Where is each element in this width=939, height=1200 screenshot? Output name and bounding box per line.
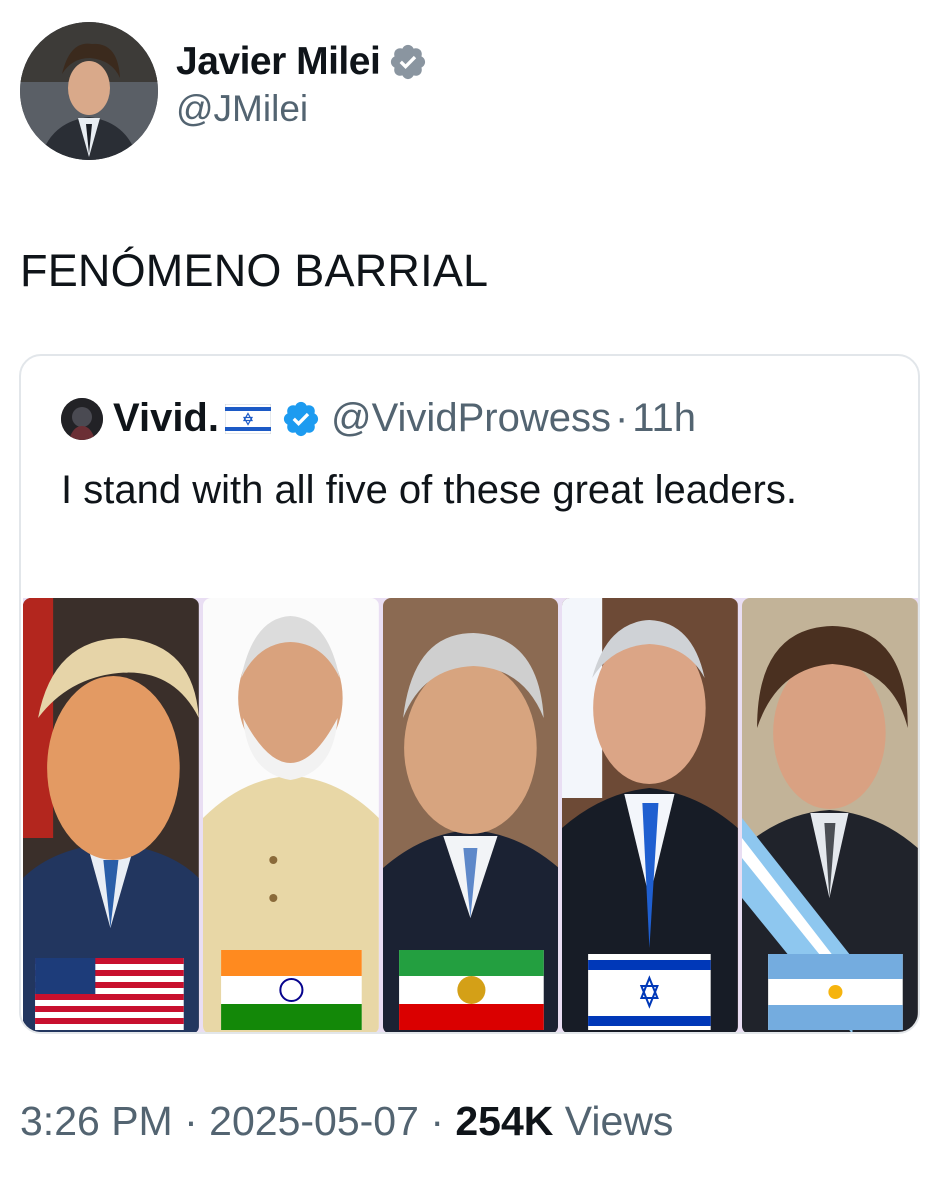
- quoted-author-name[interactable]: Vivid.: [113, 396, 219, 441]
- leader-panel-5: [742, 598, 918, 1032]
- leader-panel-4: [562, 598, 739, 1032]
- tweet-date[interactable]: 2025-05-07: [209, 1098, 419, 1144]
- separator-dot: ·: [430, 1098, 444, 1144]
- avatar-photo: [20, 22, 158, 160]
- argentina-flag-icon: [768, 954, 903, 1030]
- leader-portrait-4: [562, 598, 739, 1032]
- quoted-tweet-time[interactable]: 11h: [632, 396, 696, 441]
- verified-badge-icon: [391, 44, 426, 80]
- author-handle[interactable]: @JMilei: [176, 88, 428, 130]
- views-count: 254K: [455, 1098, 554, 1144]
- leader-portrait-1: [23, 598, 199, 1032]
- separator-dot: ·: [614, 396, 629, 440]
- author-avatar[interactable]: [20, 22, 158, 160]
- quoted-verified-badge-icon: [283, 401, 319, 436]
- iran-lion-and-sun-flag-icon: [398, 950, 544, 1030]
- india-flag-icon: [220, 950, 362, 1030]
- quoted-tweet-text: I stand with all five of these great lea…: [61, 468, 797, 512]
- views-label: Views: [564, 1098, 674, 1144]
- leader-panel-3: [382, 598, 559, 1032]
- quoted-tweet-image[interactable]: [23, 598, 918, 1032]
- israel-flag-icon: [588, 954, 712, 1030]
- leader-portrait-2: [202, 598, 379, 1032]
- tweet-time[interactable]: 3:26 PM: [20, 1098, 173, 1144]
- quoted-author-avatar[interactable]: [61, 397, 103, 440]
- leader-panel-1: [23, 598, 199, 1032]
- leader-panel-2: [202, 598, 379, 1032]
- leader-portrait-3: [382, 598, 559, 1032]
- quoted-tweet-header: Vivid. @VividProwess · 11h: [61, 396, 696, 441]
- separator-dot: ·: [184, 1098, 198, 1144]
- israel-flag-emoji-icon: [224, 403, 271, 434]
- quoted-tweet-card[interactable]: Vivid. @VividProwess · 11h I stand with …: [19, 354, 920, 1034]
- tweet-text: FENÓMENO BARRIAL: [20, 245, 489, 296]
- tweet-metadata: 3:26 PM · 2025-05-07 · 254K Views: [20, 1098, 673, 1145]
- quoted-avatar-photo: [61, 397, 103, 440]
- tweet-header: Javier Milei @JMilei: [20, 22, 428, 160]
- united-states-flag-icon: [35, 958, 184, 1030]
- quoted-author-handle[interactable]: @VividProwess: [331, 396, 611, 441]
- author-name[interactable]: Javier Milei: [176, 40, 381, 84]
- leader-portrait-5: [742, 598, 918, 1032]
